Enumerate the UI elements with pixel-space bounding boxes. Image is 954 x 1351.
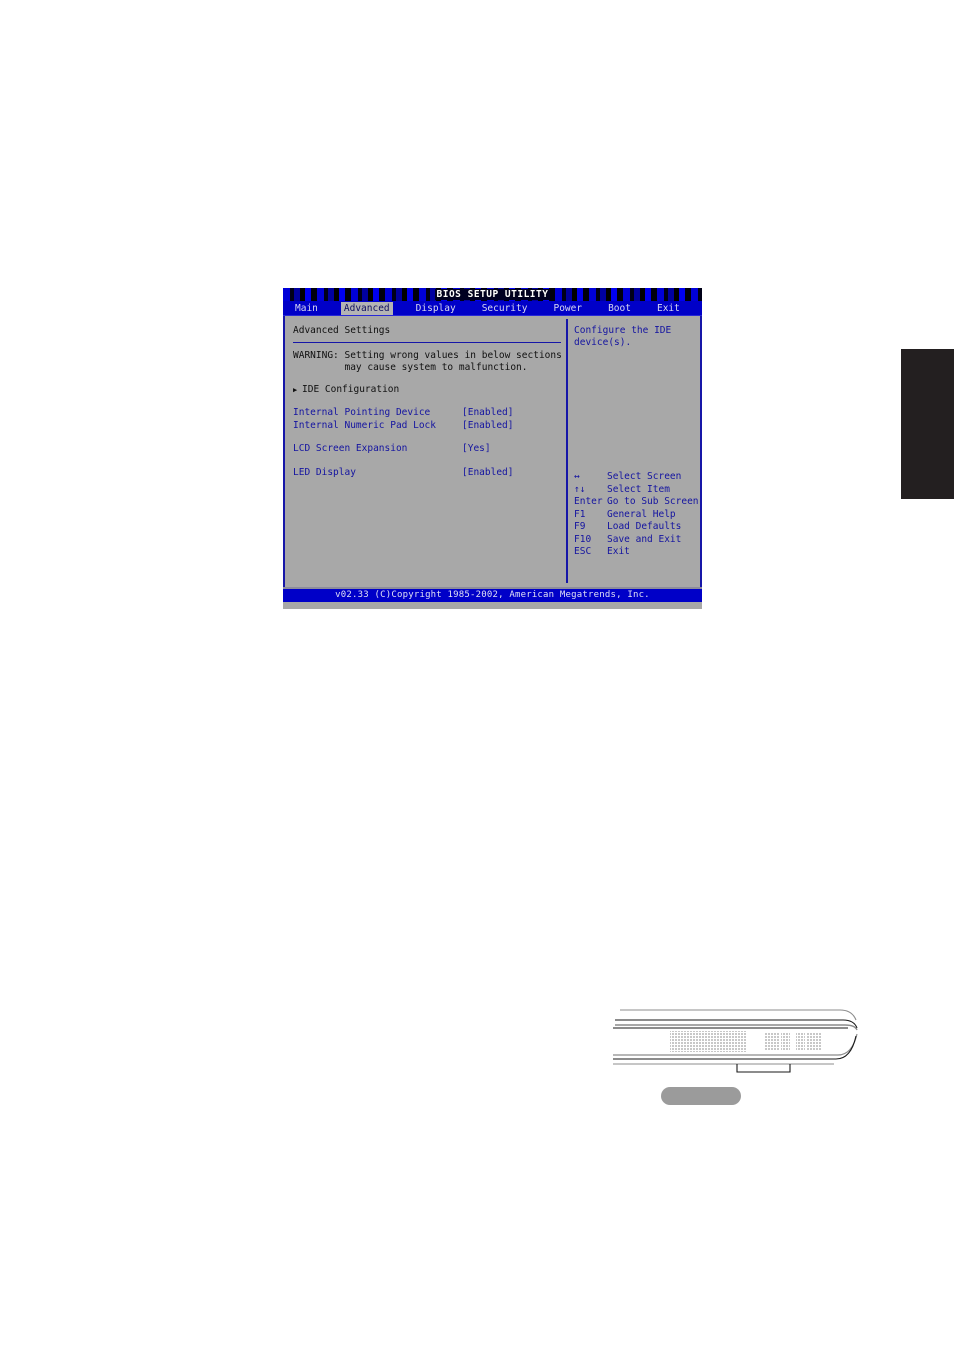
- key-name: ↔: [574, 471, 580, 482]
- key-legend-row-select-item: ↑↓ Select Item: [574, 484, 699, 497]
- key-legend-row-enter: Enter Go to Sub Screen: [574, 496, 699, 509]
- warning-line-1: WARNING: Setting wrong values in below s…: [293, 350, 562, 361]
- option-label: Internal Numeric Pad Lock: [293, 419, 436, 431]
- help-panel: Configure the IDE device(s). ↔ Select Sc…: [568, 316, 700, 587]
- key-description: Select Screen: [607, 471, 682, 482]
- menu-tab-power[interactable]: Power: [550, 302, 585, 315]
- warning-text: WARNING: Setting wrong values in below s…: [293, 350, 566, 374]
- option-label: Internal Pointing Device: [293, 407, 431, 418]
- option-group-input: Internal Pointing Device [Enabled] Inter…: [293, 407, 566, 432]
- key-description: Exit: [607, 546, 630, 557]
- key-legend-row-esc: ESC Exit: [574, 546, 699, 559]
- help-text: Configure the IDE device(s).: [574, 325, 672, 348]
- notebook-side-view-illustration: [613, 1009, 858, 1073]
- key-legend-row-select-screen: ↔ Select Screen: [574, 471, 699, 484]
- option-group-led: LED Display [Enabled]: [293, 467, 566, 480]
- key-name: Enter: [574, 496, 603, 507]
- option-row-lcd-screen-expansion[interactable]: LCD Screen Expansion [Yes]: [293, 443, 566, 456]
- key-name: F1: [574, 508, 586, 520]
- key-description: Load Defaults: [607, 521, 682, 532]
- bios-menubar[interactable]: Main Advanced Display Security Power Boo…: [283, 301, 702, 316]
- option-value[interactable]: [Enabled]: [462, 467, 513, 480]
- option-value[interactable]: [Enabled]: [462, 407, 513, 420]
- key-legend-row-f9: F9 Load Defaults: [574, 521, 699, 534]
- menu-tab-display[interactable]: Display: [413, 302, 459, 315]
- key-legend-row-f1: F1 General Help: [574, 509, 699, 522]
- right-triangle-icon: ▶: [293, 386, 298, 394]
- bios-footer: v02.33 (C)Copyright 1985-2002, American …: [283, 587, 702, 602]
- key-name: F9: [574, 521, 586, 532]
- key-description: General Help: [607, 508, 676, 520]
- option-value[interactable]: [Yes]: [462, 443, 491, 456]
- key-legend-row-f10: F10 Save and Exit: [574, 534, 699, 547]
- bios-title: BIOS SETUP UTILITY: [434, 289, 551, 300]
- panel-heading: Advanced Settings: [293, 325, 391, 336]
- bios-body: Advanced Settings WARNING: Setting wrong…: [283, 316, 702, 587]
- menu-tab-boot[interactable]: Boot: [605, 302, 634, 315]
- chapter-thumb-index: [901, 349, 954, 499]
- rounded-pad-shape: [661, 1087, 741, 1105]
- menu-tab-advanced[interactable]: Advanced: [340, 301, 393, 315]
- key-description: Save and Exit: [607, 533, 682, 545]
- submenu-label: IDE Configuration: [302, 384, 400, 395]
- menu-tab-main[interactable]: Main: [292, 302, 321, 315]
- lid-seam-line: [615, 1019, 858, 1029]
- key-description: Go to Sub Screen: [607, 496, 699, 507]
- settings-panel: Advanced Settings WARNING: Setting wrong…: [285, 316, 566, 587]
- option-label: LED Display: [293, 466, 356, 478]
- warning-line-2: may cause system to malfunction.: [293, 362, 528, 373]
- option-value[interactable]: [Enabled]: [462, 420, 513, 433]
- menu-tab-security[interactable]: Security: [479, 302, 531, 315]
- option-row-internal-numeric-pad-lock[interactable]: Internal Numeric Pad Lock [Enabled]: [293, 420, 566, 433]
- key-name: ESC: [574, 546, 592, 557]
- lid-top-edge: [620, 1009, 857, 1021]
- key-name: ↑↓: [574, 483, 586, 495]
- lid-lower-edge: [615, 1024, 858, 1031]
- option-label: LCD Screen Expansion: [293, 443, 408, 454]
- option-row-led-display[interactable]: LED Display [Enabled]: [293, 467, 566, 480]
- connector-bracket: [736, 1064, 791, 1073]
- option-row-internal-pointing-device[interactable]: Internal Pointing Device [Enabled]: [293, 407, 566, 420]
- panel-divider: [293, 342, 561, 343]
- bios-titlebar: BIOS SETUP UTILITY: [283, 288, 702, 301]
- key-legend: ↔ Select Screen ↑↓ Select Item Enter Go …: [574, 471, 699, 559]
- vent-grille-left: [670, 1031, 746, 1052]
- bios-setup-window: BIOS SETUP UTILITY Main Advanced Display…: [283, 288, 702, 609]
- submenu-item-ide-configuration[interactable]: ▶ IDE Configuration: [293, 384, 566, 396]
- vent-grille-right: [764, 1033, 822, 1050]
- option-group-display: LCD Screen Expansion [Yes]: [293, 443, 566, 456]
- menu-tab-exit[interactable]: Exit: [654, 302, 683, 315]
- key-description: Select Item: [607, 483, 670, 495]
- key-name: F10: [574, 533, 592, 545]
